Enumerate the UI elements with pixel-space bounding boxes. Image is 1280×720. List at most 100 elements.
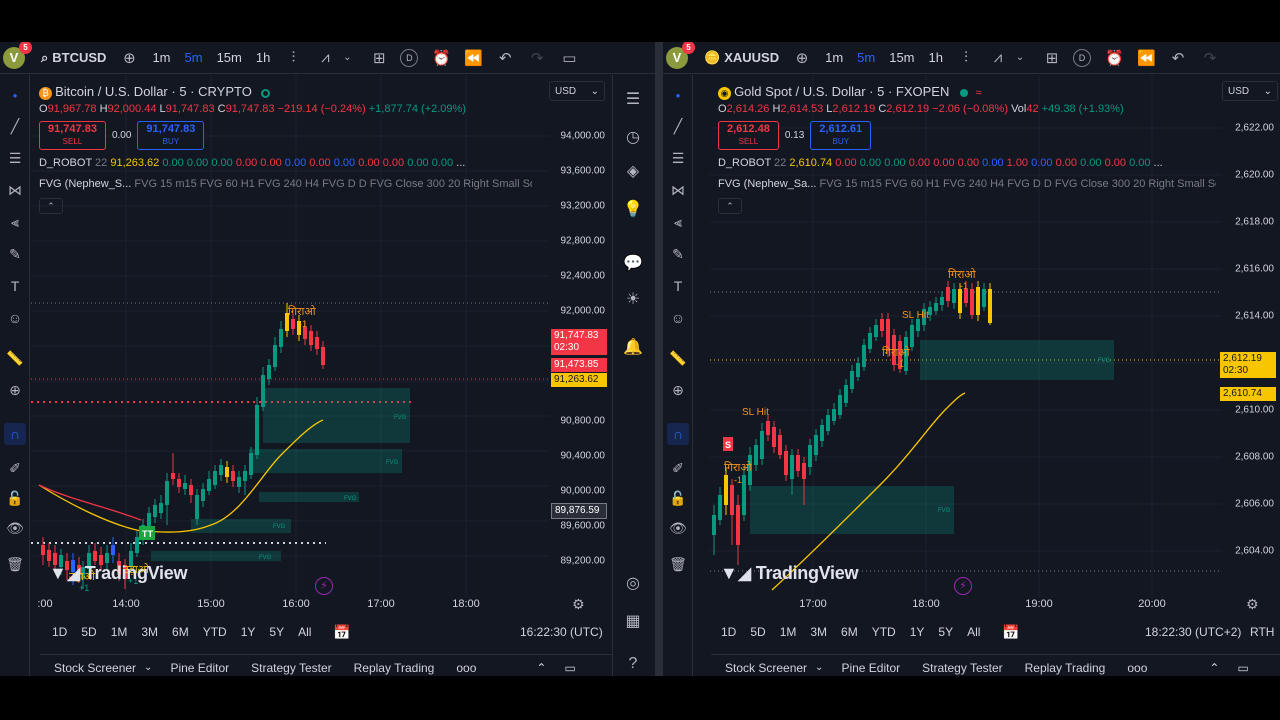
interval-5m[interactable]: 5m <box>185 50 203 65</box>
lightbulb-icon[interactable]: ☀ <box>622 289 644 311</box>
magnet-icon[interactable]: ∩ <box>667 423 689 445</box>
chevron-up-icon[interactable]: ⌃ <box>536 661 546 675</box>
alerts-clock-icon[interactable]: ◷ <box>622 127 644 149</box>
window-divider[interactable] <box>655 42 663 676</box>
range-5d[interactable]: 5D <box>81 625 96 639</box>
lightning-icon[interactable]: ⚡ <box>315 577 333 595</box>
trend-line-icon[interactable]: ╱ <box>667 115 689 137</box>
range-5d[interactable]: 5D <box>750 625 765 639</box>
session-rth[interactable]: RTH <box>1250 625 1274 639</box>
user-avatar[interactable]: V5 <box>666 42 695 69</box>
emoji-icon[interactable]: ☺ <box>667 307 689 329</box>
interval-5m[interactable]: 5m <box>857 50 875 65</box>
range-1y[interactable]: 1Y <box>910 625 925 639</box>
d-circle-icon[interactable]: D <box>400 48 419 67</box>
undo-icon[interactable]: ↶ <box>496 49 514 67</box>
gold-price-scale[interactable]: 2,622.00 2,620.00 2,618.00 2,616.00 2,61… <box>1218 75 1280 598</box>
alert-clock-icon[interactable]: ⏰ <box>432 49 451 67</box>
layers-icon[interactable]: ◈ <box>622 161 644 183</box>
lock-drawing-icon[interactable]: ✐ <box>4 457 26 479</box>
chevron-down-icon[interactable]: ⌄ <box>1011 52 1029 63</box>
indicators-icon[interactable]: ⩘ <box>989 49 1007 66</box>
fib-icon[interactable]: ⫷ <box>4 211 26 233</box>
interval-1h[interactable]: 1h <box>256 50 270 65</box>
zoom-icon[interactable]: ⊕ <box>667 379 689 401</box>
calendar-icon[interactable]: ▦ <box>622 611 644 633</box>
chat-icon[interactable]: 💬 <box>622 253 644 275</box>
range-all[interactable]: All <box>967 625 980 639</box>
chevron-up-icon[interactable]: ⌃ <box>1209 661 1219 675</box>
d-circle-icon[interactable]: D <box>1072 48 1091 67</box>
gold-fvg-indicator[interactable]: FVG (Nephew_Sa... FVG 15 m15 FVG 60 H1 F… <box>718 178 1216 190</box>
more-panels-button[interactable]: ooo <box>456 661 476 675</box>
range-1y[interactable]: 1Y <box>241 625 256 639</box>
ideas-bulb-icon[interactable]: 💡 <box>622 199 644 221</box>
chevron-down-icon[interactable]: ⌄ <box>815 662 823 673</box>
trash-icon[interactable]: 🗑 <box>667 553 689 575</box>
symbol-search[interactable]: 🪙 XAUUSD <box>704 50 779 66</box>
range-3m[interactable]: 3M <box>810 625 827 639</box>
replay-trading-tab[interactable]: Replay Trading <box>354 661 435 675</box>
interval-15m[interactable]: 15m <box>889 50 914 65</box>
lightning-icon[interactable]: ⚡ <box>954 577 972 595</box>
stock-screener-tab[interactable]: Stock Screener <box>54 661 136 675</box>
symbol-title[interactable]: Gold Spot / U.S. Dollar · 5 · FXOPEN <box>734 84 949 99</box>
symbol-title[interactable]: Bitcoin / U.S. Dollar · 5 · CRYPTO <box>55 84 252 99</box>
collapse-legend-button[interactable]: ⌃ <box>718 198 742 214</box>
btc-robot-indicator[interactable]: D_ROBOT 22 91,263.62 0.00 0.00 0.00 0.00… <box>39 157 465 169</box>
interval-15m[interactable]: 15m <box>217 50 242 65</box>
interval-1m[interactable]: 1m <box>825 50 843 65</box>
undo-icon[interactable]: ↶ <box>1169 49 1187 67</box>
brush-icon[interactable]: ✎ <box>4 243 26 265</box>
trend-line-icon[interactable]: ╱ <box>4 115 26 137</box>
btc-fvg-indicator[interactable]: FVG (Nephew_S... FVG 15 m15 FVG 60 H1 FV… <box>39 178 532 190</box>
calendar-icon[interactable]: 📅 <box>1002 624 1019 641</box>
candle-type-icon[interactable]: ⫶ <box>957 49 975 66</box>
emoji-icon[interactable]: ☺ <box>4 307 26 329</box>
pine-editor-tab[interactable]: Pine Editor <box>841 661 900 675</box>
btc-chart-area[interactable]: FVG FVG FVG FVG FVG गिराओ -1 उड़ाओ +1 उड… <box>31 75 611 598</box>
indicators-icon[interactable]: ⩘ <box>316 49 334 66</box>
range-1d[interactable]: 1D <box>721 625 736 639</box>
help-icon[interactable]: ? <box>622 653 644 675</box>
candle-type-icon[interactable]: ⫶ <box>284 49 302 66</box>
replay-icon[interactable]: ⏪ <box>464 49 483 67</box>
fib-icon[interactable]: ⫷ <box>667 211 689 233</box>
gold-time-axis[interactable]: 17:00 18:00 19:00 20:00 ⚙ <box>710 596 1280 618</box>
gold-chart-area[interactable]: FVG FVG गिराओ -1 SL Hit गिराओ -1 SL Hit … <box>710 75 1280 598</box>
range-5y[interactable]: 5Y <box>938 625 953 639</box>
range-all[interactable]: All <box>298 625 311 639</box>
btc-time-axis[interactable]: :00 14:00 15:00 16:00 17:00 18:00 ⚙ <box>31 596 611 618</box>
redo-icon[interactable]: ↷ <box>1201 49 1219 67</box>
pattern-icon[interactable]: ⋈ <box>667 179 689 201</box>
maximize-panel-icon[interactable]: ▭ <box>1237 661 1248 675</box>
horizontal-lines-icon[interactable]: ☰ <box>4 147 26 169</box>
eye-icon[interactable]: 👁 <box>4 517 26 539</box>
replay-icon[interactable]: ⏪ <box>1137 49 1156 67</box>
dot-icon[interactable]: ● <box>4 85 26 107</box>
utc-clock[interactable]: 16:22:30 (UTC) <box>520 625 603 639</box>
interval-1m[interactable]: 1m <box>152 50 170 65</box>
chevron-down-icon[interactable]: ⌄ <box>338 52 356 63</box>
brush-icon[interactable]: ✎ <box>667 243 689 265</box>
text-tool-icon[interactable]: T <box>4 275 26 297</box>
range-5y[interactable]: 5Y <box>269 625 284 639</box>
calendar-icon[interactable]: 📅 <box>333 624 350 641</box>
settings-gear-icon[interactable]: ⚙ <box>1246 596 1259 613</box>
replay-trading-tab[interactable]: Replay Trading <box>1025 661 1106 675</box>
stock-screener-tab[interactable]: Stock Screener <box>725 661 807 675</box>
alert-clock-icon[interactable]: ⏰ <box>1105 49 1124 67</box>
buy-button[interactable]: 2,612.61 BUY <box>810 121 872 150</box>
watchlist-icon[interactable]: ☰ <box>622 89 644 111</box>
range-1m[interactable]: 1M <box>780 625 797 639</box>
target-icon[interactable]: ◎ <box>622 573 644 595</box>
magnet-icon[interactable]: ∩ <box>4 423 26 445</box>
interval-1h[interactable]: 1h <box>929 50 943 65</box>
pattern-icon[interactable]: ⋈ <box>4 179 26 201</box>
btc-price-scale[interactable]: 94,000.00 93,600.00 93,200.00 92,800.00 … <box>549 75 611 598</box>
range-ytd[interactable]: YTD <box>872 625 896 639</box>
zoom-icon[interactable]: ⊕ <box>4 379 26 401</box>
utc-clock[interactable]: 18:22:30 (UTC+2) <box>1145 625 1241 639</box>
gold-robot-indicator[interactable]: D_ROBOT 22 2,610.74 0.00 0.00 0.00 0.00 … <box>718 157 1163 169</box>
lock-icon[interactable]: 🔓 <box>4 487 26 509</box>
